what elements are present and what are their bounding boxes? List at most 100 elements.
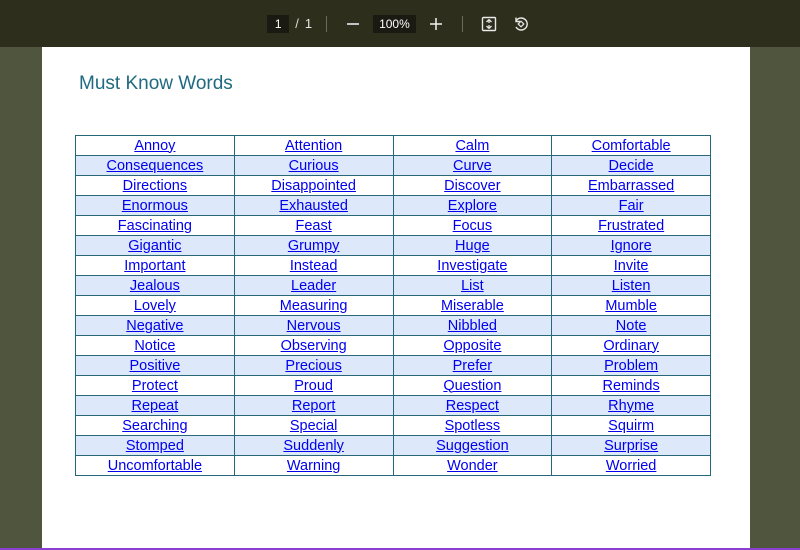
word-link[interactable]: Respect bbox=[446, 398, 499, 414]
word-link[interactable]: Enormous bbox=[122, 198, 188, 214]
word-link[interactable]: Proud bbox=[294, 378, 333, 394]
word-link[interactable]: Uncomfortable bbox=[108, 458, 202, 474]
word-link[interactable]: Fascinating bbox=[118, 218, 192, 234]
word-link[interactable]: Explore bbox=[448, 198, 497, 214]
word-link[interactable]: Listen bbox=[612, 278, 651, 294]
table-row: Fascinating Feast Focus Frustrated bbox=[75, 215, 711, 236]
word-link[interactable]: Suddenly bbox=[283, 438, 343, 454]
word-link[interactable]: Prefer bbox=[453, 358, 493, 374]
word-link[interactable]: Rhyme bbox=[608, 398, 654, 414]
word-link[interactable]: Worried bbox=[606, 458, 657, 474]
word-link[interactable]: Suggestion bbox=[436, 438, 509, 454]
table-cell: Miserable bbox=[392, 295, 553, 316]
word-link[interactable]: Investigate bbox=[437, 258, 507, 274]
table-cell: Proud bbox=[233, 375, 394, 396]
word-link[interactable]: Spotless bbox=[445, 418, 501, 434]
word-link[interactable]: Decide bbox=[609, 158, 654, 174]
word-link[interactable]: Directions bbox=[123, 178, 187, 194]
table-cell: Wonder bbox=[392, 455, 553, 476]
zoom-out-button[interactable] bbox=[341, 12, 365, 36]
word-link[interactable]: Fair bbox=[619, 198, 644, 214]
view-controls bbox=[477, 12, 533, 36]
table-cell: Nervous bbox=[233, 315, 394, 336]
word-link[interactable]: Opposite bbox=[443, 338, 501, 354]
word-link[interactable]: Ignore bbox=[611, 238, 652, 254]
page-number-input[interactable] bbox=[267, 14, 290, 33]
word-link[interactable]: Notice bbox=[134, 338, 175, 354]
word-link[interactable]: Leader bbox=[291, 278, 336, 294]
word-link[interactable]: Negative bbox=[126, 318, 183, 334]
toolbar-divider bbox=[326, 15, 328, 32]
word-link[interactable]: Report bbox=[292, 398, 336, 414]
word-link[interactable]: Discover bbox=[444, 178, 500, 194]
word-link[interactable]: Protect bbox=[132, 378, 178, 394]
word-link[interactable]: Ordinary bbox=[603, 338, 659, 354]
table-cell: Leader bbox=[233, 275, 394, 296]
table-cell: Grumpy bbox=[233, 235, 394, 256]
word-link[interactable]: Grumpy bbox=[288, 238, 340, 254]
word-link[interactable]: Positive bbox=[129, 358, 180, 374]
table-row: Stomped Suddenly Suggestion Surprise bbox=[75, 435, 711, 456]
word-link[interactable]: Instead bbox=[290, 258, 338, 274]
word-link[interactable]: Squirm bbox=[608, 418, 654, 434]
word-link[interactable]: Curious bbox=[289, 158, 339, 174]
word-link[interactable]: Annoy bbox=[134, 138, 175, 154]
word-link[interactable]: Reminds bbox=[603, 378, 660, 394]
word-link[interactable]: Frustrated bbox=[598, 218, 664, 234]
word-link[interactable]: Nibbled bbox=[448, 318, 497, 334]
word-link[interactable]: Repeat bbox=[131, 398, 178, 414]
word-link[interactable]: Special bbox=[290, 418, 338, 434]
table-cell: List bbox=[392, 275, 553, 296]
word-link[interactable]: Question bbox=[443, 378, 501, 394]
table-cell: Invite bbox=[551, 255, 711, 276]
table-cell: Negative bbox=[75, 315, 235, 336]
word-link[interactable]: Attention bbox=[285, 138, 342, 154]
table-cell: Opposite bbox=[392, 335, 553, 356]
table-cell: Repeat bbox=[75, 395, 235, 416]
word-link[interactable]: Embarrassed bbox=[588, 178, 674, 194]
word-link[interactable]: List bbox=[461, 278, 484, 294]
word-link[interactable]: Surprise bbox=[604, 438, 658, 454]
word-link[interactable]: Wonder bbox=[447, 458, 498, 474]
word-link[interactable]: Huge bbox=[455, 238, 490, 254]
word-link[interactable]: Disappointed bbox=[271, 178, 356, 194]
table-cell: Fair bbox=[551, 195, 711, 216]
table-cell: Rhyme bbox=[551, 395, 711, 416]
table-cell: Consequences bbox=[75, 155, 235, 176]
word-link[interactable]: Jealous bbox=[130, 278, 180, 294]
table-cell: Squirm bbox=[551, 415, 711, 436]
table-row: Uncomfortable Warning Wonder Worried bbox=[75, 455, 711, 476]
word-link[interactable]: Feast bbox=[295, 218, 331, 234]
table-cell: Question bbox=[392, 375, 553, 396]
word-link[interactable]: Warning bbox=[287, 458, 340, 474]
word-link[interactable]: Problem bbox=[604, 358, 658, 374]
word-link[interactable]: Curve bbox=[453, 158, 492, 174]
word-link[interactable]: Comfortable bbox=[592, 138, 671, 154]
word-link[interactable]: Mumble bbox=[605, 298, 657, 314]
word-link[interactable]: Measuring bbox=[280, 298, 348, 314]
table-cell: Report bbox=[233, 395, 394, 416]
word-link[interactable]: Gigantic bbox=[128, 238, 181, 254]
word-link[interactable]: Lovely bbox=[134, 298, 176, 314]
word-link[interactable]: Observing bbox=[281, 338, 347, 354]
word-link[interactable]: Important bbox=[124, 258, 185, 274]
word-link[interactable]: Calm bbox=[455, 138, 489, 154]
rotate-button[interactable] bbox=[509, 12, 533, 36]
word-link[interactable]: Precious bbox=[285, 358, 341, 374]
fit-page-button[interactable] bbox=[477, 12, 501, 36]
table-row: Important Instead Investigate Invite bbox=[75, 255, 711, 276]
word-link[interactable]: Focus bbox=[453, 218, 493, 234]
table-cell: Calm bbox=[392, 135, 553, 156]
zoom-in-button[interactable] bbox=[424, 12, 448, 36]
table-cell: Problem bbox=[551, 355, 711, 376]
word-link[interactable]: Stomped bbox=[126, 438, 184, 454]
word-link[interactable]: Consequences bbox=[107, 158, 204, 174]
table-row: Negative Nervous Nibbled Note bbox=[75, 315, 711, 336]
zoom-level[interactable]: 100% bbox=[373, 14, 416, 33]
word-link[interactable]: Miserable bbox=[441, 298, 504, 314]
word-link[interactable]: Note bbox=[616, 318, 647, 334]
word-link[interactable]: Invite bbox=[614, 258, 649, 274]
word-link[interactable]: Nervous bbox=[287, 318, 341, 334]
word-link[interactable]: Searching bbox=[122, 418, 187, 434]
word-link[interactable]: Exhausted bbox=[279, 198, 348, 214]
